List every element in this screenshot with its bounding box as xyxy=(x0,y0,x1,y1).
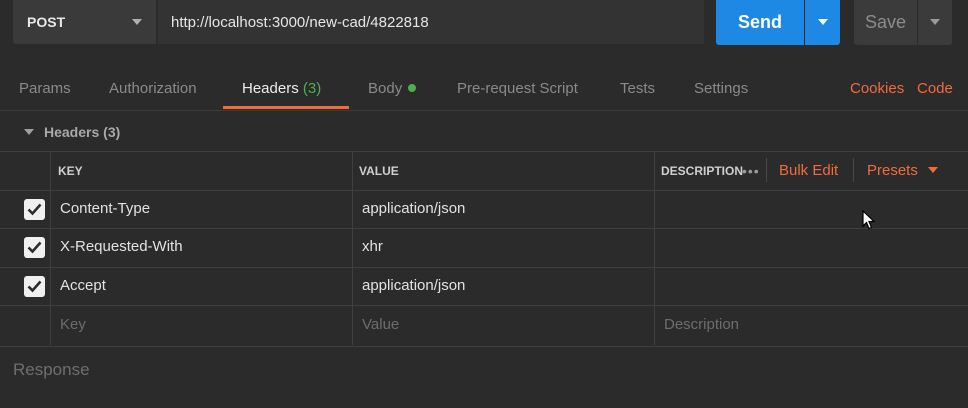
tab-body[interactable]: Body xyxy=(368,80,417,97)
save-dropdown-button[interactable] xyxy=(918,0,952,45)
divider xyxy=(0,305,968,306)
row-checkbox[interactable] xyxy=(24,237,45,258)
tab-authorization[interactable]: Authorization xyxy=(109,80,197,97)
divider xyxy=(0,228,968,229)
header-key[interactable]: Content-Type xyxy=(60,200,150,217)
divider xyxy=(0,190,968,191)
active-tab-indicator xyxy=(223,106,349,109)
chevron-down-icon xyxy=(930,19,940,25)
url-text: http://localhost:3000/new-cad/4822818 xyxy=(171,13,429,31)
cookies-link[interactable]: Cookies xyxy=(850,80,904,97)
row-checkbox[interactable] xyxy=(24,199,45,220)
save-button[interactable]: Save xyxy=(854,0,917,45)
headers-table: KEY VALUE DESCRIPTION ••• Bulk Edit Pres… xyxy=(0,151,968,345)
new-value-input[interactable]: Value xyxy=(362,316,399,333)
method-label: POST xyxy=(27,14,66,30)
row-checkbox[interactable] xyxy=(24,276,45,297)
tab-headers-label: Headers xyxy=(242,80,299,97)
header-value[interactable]: application/json xyxy=(362,200,465,217)
checkmark-icon xyxy=(27,203,42,216)
headers-section-toggle[interactable]: Headers (3) xyxy=(24,124,120,140)
headers-section-title: Headers xyxy=(44,124,100,140)
tab-body-label: Body xyxy=(368,80,403,97)
status-dot-icon xyxy=(408,84,417,92)
response-panel xyxy=(0,346,968,395)
chevron-down-icon xyxy=(927,167,938,173)
send-dropdown-button[interactable] xyxy=(805,0,840,45)
divider xyxy=(853,158,854,182)
tab-settings[interactable]: Settings xyxy=(694,80,748,97)
presets-label: Presets xyxy=(867,162,918,179)
column-header-description: DESCRIPTION xyxy=(661,164,744,178)
send-button[interactable]: Send xyxy=(716,0,804,45)
column-header-value: VALUE xyxy=(359,164,399,178)
header-key[interactable]: Accept xyxy=(60,277,106,294)
code-link[interactable]: Code xyxy=(917,80,953,97)
request-tabs: Params Authorization Headers (3) Body Pr… xyxy=(0,66,968,111)
checkmark-icon xyxy=(27,280,42,293)
bulk-edit-button[interactable]: Bulk Edit xyxy=(779,162,838,179)
tab-pre-request-script[interactable]: Pre-request Script xyxy=(457,80,578,97)
new-description-input[interactable]: Description xyxy=(664,316,739,333)
divider xyxy=(352,151,353,345)
divider xyxy=(0,151,968,152)
mouse-cursor-icon xyxy=(862,210,876,230)
tab-headers[interactable]: Headers (3) xyxy=(242,80,321,97)
headers-section-count: (3) xyxy=(103,124,121,140)
checkmark-icon xyxy=(27,241,42,254)
method-select[interactable]: POST xyxy=(13,0,156,44)
header-value[interactable]: application/json xyxy=(362,277,465,294)
divider xyxy=(766,158,767,182)
divider xyxy=(654,151,655,345)
presets-dropdown[interactable]: Presets xyxy=(867,162,938,179)
column-header-key: KEY xyxy=(58,164,83,178)
more-options-icon[interactable]: ••• xyxy=(742,163,760,179)
divider xyxy=(0,267,968,268)
header-key[interactable]: X-Requested-With xyxy=(60,238,183,255)
chevron-down-icon xyxy=(132,19,142,25)
response-label: Response xyxy=(13,360,90,379)
chevron-down-icon xyxy=(817,19,828,25)
header-value[interactable]: xhr xyxy=(362,238,383,255)
divider xyxy=(50,151,51,345)
tab-tests[interactable]: Tests xyxy=(620,80,655,97)
tab-params[interactable]: Params xyxy=(19,80,71,97)
tab-headers-count: (3) xyxy=(302,80,322,97)
caret-down-icon xyxy=(24,129,34,135)
new-key-input[interactable]: Key xyxy=(60,316,86,333)
url-input[interactable]: http://localhost:3000/new-cad/4822818 xyxy=(158,0,704,44)
